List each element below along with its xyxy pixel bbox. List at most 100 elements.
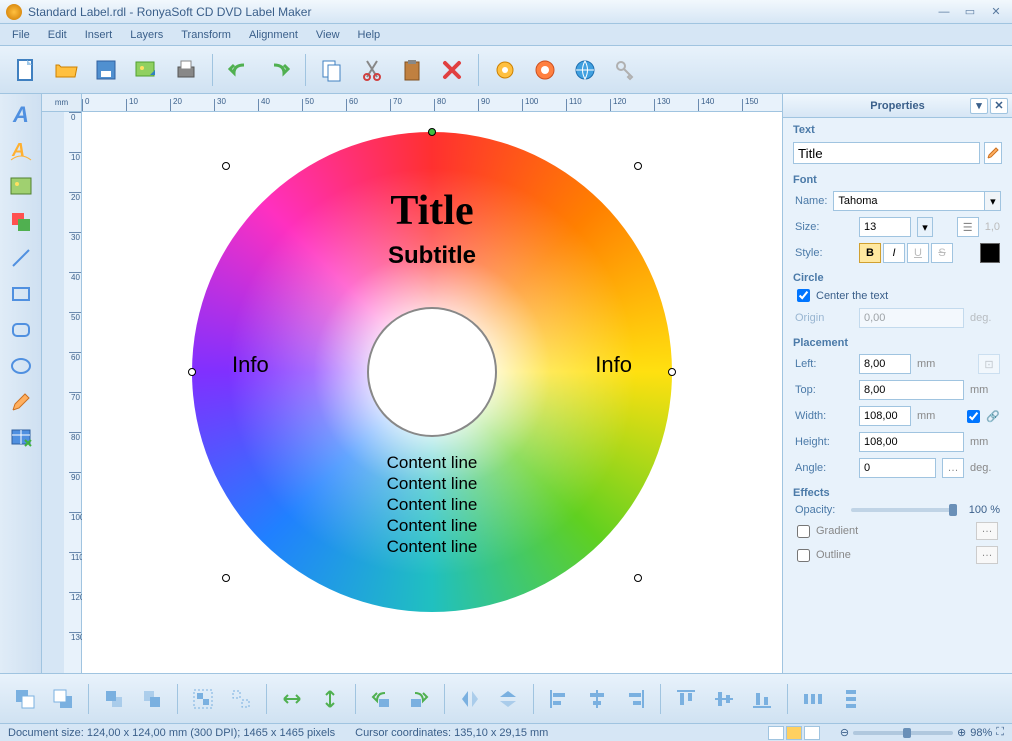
gradient-more-button[interactable]: … bbox=[976, 522, 998, 540]
minimize-button[interactable]: — bbox=[934, 4, 954, 20]
curved-text-tool[interactable]: A bbox=[5, 134, 37, 166]
menu-view[interactable]: View bbox=[308, 27, 348, 43]
rotate-handle[interactable] bbox=[428, 128, 436, 136]
menu-file[interactable]: File bbox=[4, 27, 38, 43]
lock-aspect-checkbox[interactable] bbox=[967, 410, 980, 423]
send-backward-button[interactable] bbox=[135, 682, 169, 716]
bring-forward-button[interactable] bbox=[97, 682, 131, 716]
align-right-button[interactable] bbox=[618, 682, 652, 716]
selection-handle-nw[interactable] bbox=[222, 162, 230, 170]
align-middle-button[interactable] bbox=[707, 682, 741, 716]
shapes-tool[interactable] bbox=[5, 206, 37, 238]
disc-title[interactable]: Title bbox=[192, 187, 672, 235]
selection-handle-w[interactable] bbox=[188, 368, 196, 376]
zoom-slider[interactable] bbox=[853, 731, 953, 735]
props-close-button[interactable]: ✕ bbox=[990, 98, 1008, 114]
grid-view-3[interactable] bbox=[804, 726, 820, 740]
line-spacing-button[interactable]: ☰ bbox=[957, 217, 979, 237]
italic-button[interactable]: I bbox=[883, 243, 905, 263]
open-button[interactable] bbox=[48, 52, 84, 88]
ungroup-button[interactable] bbox=[224, 682, 258, 716]
rotate-right-button[interactable] bbox=[402, 682, 436, 716]
workspace[interactable]: Title Subtitle Info Info Content lineCon… bbox=[82, 112, 782, 673]
rounded-rect-tool[interactable] bbox=[5, 314, 37, 346]
lock-position-icon[interactable]: ⊡ bbox=[978, 354, 1000, 374]
angle-input[interactable] bbox=[859, 458, 936, 478]
text-edit-button[interactable] bbox=[984, 142, 1002, 164]
align-left-button[interactable] bbox=[542, 682, 576, 716]
rotate-left-button[interactable] bbox=[364, 682, 398, 716]
font-color-swatch[interactable] bbox=[980, 243, 1000, 263]
print-button[interactable] bbox=[168, 52, 204, 88]
outline-more-button[interactable]: … bbox=[976, 546, 998, 564]
bold-button[interactable]: B bbox=[859, 243, 881, 263]
menu-layers[interactable]: Layers bbox=[122, 27, 171, 43]
save-button[interactable] bbox=[88, 52, 124, 88]
group-button[interactable] bbox=[186, 682, 220, 716]
font-size-dropdown[interactable]: ▾ bbox=[917, 217, 933, 237]
menu-help[interactable]: Help bbox=[350, 27, 389, 43]
menu-transform[interactable]: Transform bbox=[173, 27, 239, 43]
flip-v-button[interactable] bbox=[491, 682, 525, 716]
zoom-in-button[interactable]: ⊕ bbox=[957, 726, 966, 739]
selection-handle-e[interactable] bbox=[668, 368, 676, 376]
zoom-fit-button[interactable]: ⛶ bbox=[996, 726, 1004, 739]
width-input[interactable] bbox=[859, 406, 911, 426]
text-tool[interactable]: A bbox=[5, 98, 37, 130]
zoom-out-button[interactable]: ⊖ bbox=[840, 726, 849, 739]
help-button[interactable] bbox=[527, 52, 563, 88]
align-bottom-button[interactable] bbox=[745, 682, 779, 716]
redo-button[interactable] bbox=[261, 52, 297, 88]
center-text-checkbox[interactable] bbox=[797, 289, 810, 302]
selection-handle-sw[interactable] bbox=[222, 574, 230, 582]
undo-button[interactable] bbox=[221, 52, 257, 88]
image-tool[interactable] bbox=[5, 170, 37, 202]
table-tool[interactable] bbox=[5, 422, 37, 454]
menu-insert[interactable]: Insert bbox=[77, 27, 121, 43]
line-tool[interactable] bbox=[5, 242, 37, 274]
new-button[interactable] bbox=[8, 52, 44, 88]
grid-view-2[interactable] bbox=[786, 726, 802, 740]
strike-button[interactable]: S bbox=[931, 243, 953, 263]
underline-button[interactable]: U bbox=[907, 243, 929, 263]
align-center-h-button[interactable] bbox=[580, 682, 614, 716]
align-top-button[interactable] bbox=[669, 682, 703, 716]
height-input[interactable] bbox=[859, 432, 964, 452]
selection-handle-se[interactable] bbox=[634, 574, 642, 582]
menu-alignment[interactable]: Alignment bbox=[241, 27, 306, 43]
ellipse-tool[interactable] bbox=[5, 350, 37, 382]
paste-button[interactable] bbox=[394, 52, 430, 88]
send-back-button[interactable] bbox=[46, 682, 80, 716]
bring-front-button[interactable] bbox=[8, 682, 42, 716]
font-name-select[interactable] bbox=[833, 191, 985, 211]
settings-button[interactable] bbox=[487, 52, 523, 88]
key-button[interactable] bbox=[607, 52, 643, 88]
angle-more-button[interactable]: … bbox=[942, 458, 964, 478]
disc-subtitle[interactable]: Subtitle bbox=[192, 242, 672, 270]
grid-view-1[interactable] bbox=[768, 726, 784, 740]
rectangle-tool[interactable] bbox=[5, 278, 37, 310]
disc-label[interactable]: Title Subtitle Info Info Content lineCon… bbox=[192, 132, 672, 612]
disc-info-left[interactable]: Info bbox=[232, 352, 269, 378]
maximize-button[interactable]: ▭ bbox=[960, 4, 980, 20]
text-value-input[interactable] bbox=[793, 142, 980, 164]
props-collapse-button[interactable]: ▾ bbox=[970, 98, 988, 114]
distribute-h-button[interactable] bbox=[796, 682, 830, 716]
outline-checkbox[interactable] bbox=[797, 549, 810, 562]
close-button[interactable]: ✕ bbox=[986, 4, 1006, 20]
flip-h-button[interactable] bbox=[453, 682, 487, 716]
disc-info-right[interactable]: Info bbox=[595, 352, 632, 378]
distribute-v-button[interactable] bbox=[834, 682, 868, 716]
opacity-slider[interactable] bbox=[851, 508, 957, 512]
font-name-dropdown[interactable]: ▾ bbox=[985, 191, 1001, 211]
font-size-input[interactable] bbox=[859, 217, 911, 237]
disc-content-lines[interactable]: Content lineContent lineContent lineCont… bbox=[192, 452, 672, 557]
web-button[interactable] bbox=[567, 52, 603, 88]
delete-button[interactable] bbox=[434, 52, 470, 88]
cut-button[interactable] bbox=[354, 52, 390, 88]
top-input[interactable] bbox=[859, 380, 964, 400]
left-input[interactable] bbox=[859, 354, 911, 374]
fit-width-button[interactable] bbox=[275, 682, 309, 716]
gradient-checkbox[interactable] bbox=[797, 525, 810, 538]
pencil-tool[interactable] bbox=[5, 386, 37, 418]
